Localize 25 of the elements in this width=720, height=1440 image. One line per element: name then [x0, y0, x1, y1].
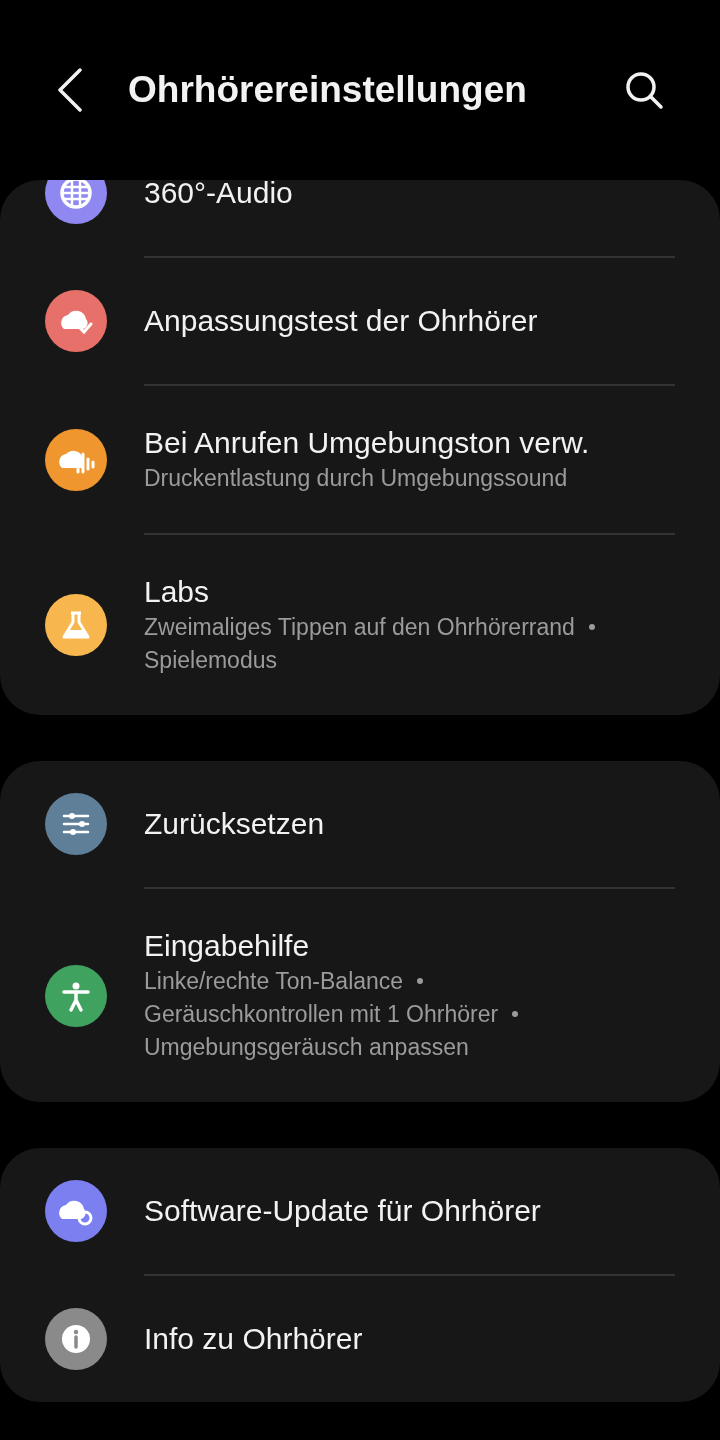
item-title: Info zu Ohrhörer	[144, 1321, 363, 1357]
item-title: Software-Update für Ohrhörer	[144, 1193, 541, 1229]
settings-item[interactable]: 360°-Audio	[0, 180, 720, 256]
item-subtitle: Druckentlastung durch Umgebungssound	[144, 464, 568, 493]
settings-item[interactable]: Zurücksetzen	[0, 761, 720, 887]
settings-item[interactable]: Labs Zweimaliges Tippen auf den Ohrhörerrand Spielemodus	[0, 535, 720, 715]
item-subtitle: Zweimaliges Tippen auf den Ohrhörerrand	[144, 613, 575, 642]
item-title: Eingabehilfe	[144, 928, 311, 964]
search-icon[interactable]	[624, 70, 664, 110]
settings-item[interactable]: Software-Update für Ohrhörer	[0, 1148, 720, 1274]
item-subtitle: Umgebungsgeräusch anpassen	[144, 1033, 469, 1062]
settings-item[interactable]: Bei Anrufen Umgebungston verw. Druckentlastung durch Umgebungssound	[0, 386, 720, 533]
page-title: Ohrhörereinstellungen	[128, 68, 527, 113]
settings-item[interactable]: Eingabehilfe Linke/rechte Ton-Balance Geräuschkontrollen mit 1 Ohrhörer Umgebungsgeräusch anpassen	[0, 889, 720, 1102]
item-title: Anpassungstest der Ohrhörer	[144, 303, 538, 339]
item-title: Bei Anrufen Umgebungston verw.	[144, 425, 590, 461]
item-subtitle: Spielemodus	[144, 646, 277, 675]
item-title: 360°-Audio	[144, 180, 293, 211]
settings-item[interactable]: Info zu Ohrhörer	[0, 1276, 720, 1402]
item-title: Labs	[144, 574, 211, 610]
item-subtitle: Geräuschkontrollen mit 1 Ohrhörer	[144, 1000, 499, 1029]
item-subtitle: Linke/rechte Ton-Balance	[144, 967, 404, 996]
back-icon[interactable]	[56, 68, 84, 112]
item-title: Zurücksetzen	[144, 806, 325, 842]
settings-item[interactable]: Anpassungstest der Ohrhörer	[0, 258, 720, 384]
